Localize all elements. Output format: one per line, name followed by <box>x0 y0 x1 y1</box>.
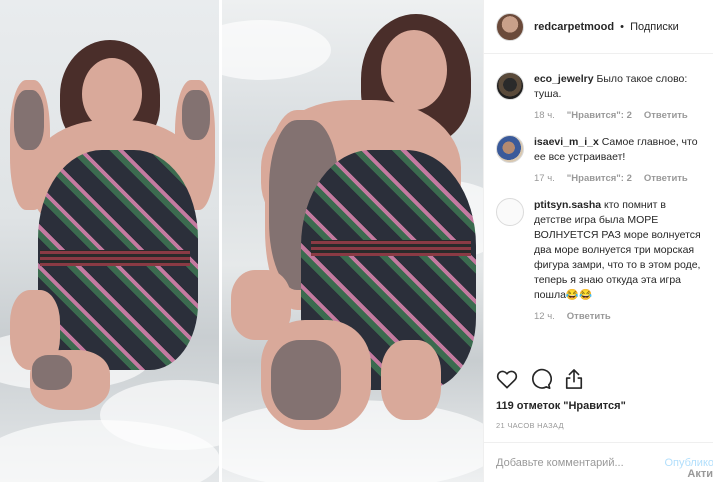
add-comment-bar: Опублико <box>484 442 713 482</box>
heart-icon[interactable] <box>496 369 518 389</box>
photo-right-panel <box>221 0 483 482</box>
post-sidebar: redcarpetmood • Подписки eco_jewelry Был… <box>483 0 713 482</box>
photo-left-panel <box>0 0 221 482</box>
comment-body: ptitsyn.sasha кто помнит в детстве игра … <box>534 198 702 322</box>
comment: ptitsyn.sasha кто помнит в детстве игра … <box>496 198 702 322</box>
commenter-username[interactable]: isaevi_m_i_x <box>534 136 599 148</box>
comment-time[interactable]: 12 ч. <box>534 311 555 322</box>
share-icon[interactable] <box>564 368 584 390</box>
post-header-text: redcarpetmood • Подписки <box>534 21 679 33</box>
comment-meta: 18 ч. "Нравится": 2 Ответить <box>534 110 702 121</box>
wave <box>221 20 331 80</box>
comment-input[interactable] <box>496 456 656 469</box>
author-avatar[interactable] <box>496 12 524 41</box>
header-separator: • <box>620 20 624 33</box>
comment-text-line: isaevi_m_i_x Самое главное, что ее все у… <box>534 135 702 165</box>
reply-button[interactable]: Ответить <box>644 110 688 121</box>
leg <box>381 340 441 420</box>
post-time[interactable]: 21 ЧАСОВ НАЗАД <box>496 421 564 430</box>
comment-body: eco_jewelry Было такое слово: туша. 18 ч… <box>534 72 702 121</box>
comment-meta: 12 ч. Ответить <box>534 311 702 322</box>
commenter-avatar[interactable] <box>496 135 524 163</box>
comment-likes[interactable]: "Нравится": 2 <box>567 110 632 121</box>
likes-count[interactable]: 119 отметок "Нравится" <box>496 400 626 412</box>
commenter-username[interactable]: ptitsyn.sasha <box>534 199 601 211</box>
tattoo <box>14 90 44 150</box>
swimsuit-band <box>40 250 190 266</box>
comment: isaevi_m_i_x Самое главное, что ее все у… <box>496 135 702 184</box>
comment-text: кто помнит в детстве игра была МОРЕ ВОЛН… <box>534 199 701 301</box>
comment-meta: 17 ч. "Нравится": 2 Ответить <box>534 173 702 184</box>
comment-text-line: ptitsyn.sasha кто помнит в детстве игра … <box>534 198 702 303</box>
face <box>381 30 447 110</box>
comment: eco_jewelry Было такое слово: туша. 18 ч… <box>496 72 702 121</box>
photo-divider <box>219 0 222 482</box>
post-header: redcarpetmood • Подписки <box>484 0 713 54</box>
comment-time[interactable]: 17 ч. <box>534 173 555 184</box>
commenter-avatar[interactable] <box>496 198 524 226</box>
comment-body: isaevi_m_i_x Самое главное, что ее все у… <box>534 135 702 184</box>
post-photo[interactable] <box>0 0 483 482</box>
activation-watermark: Акти <box>687 468 713 480</box>
author-username[interactable]: redcarpetmood <box>534 21 614 33</box>
commenter-avatar[interactable] <box>496 72 524 100</box>
follow-button[interactable]: Подписки <box>630 21 679 33</box>
swimsuit-band <box>311 240 471 256</box>
reply-button[interactable]: Ответить <box>567 311 611 322</box>
comment-bubble-icon[interactable] <box>530 368 552 390</box>
comment-time[interactable]: 18 ч. <box>534 110 555 121</box>
comments-list: eco_jewelry Было такое слово: туша. 18 ч… <box>484 60 713 322</box>
commenter-username[interactable]: eco_jewelry <box>534 73 594 85</box>
comment-likes[interactable]: "Нравится": 2 <box>567 173 632 184</box>
post-actions <box>496 368 584 390</box>
reply-button[interactable]: Ответить <box>644 173 688 184</box>
tattoo <box>182 90 210 140</box>
tattoo <box>271 340 341 420</box>
comment-text-line: eco_jewelry Было такое слово: туша. <box>534 72 702 102</box>
tattoo <box>32 355 72 390</box>
